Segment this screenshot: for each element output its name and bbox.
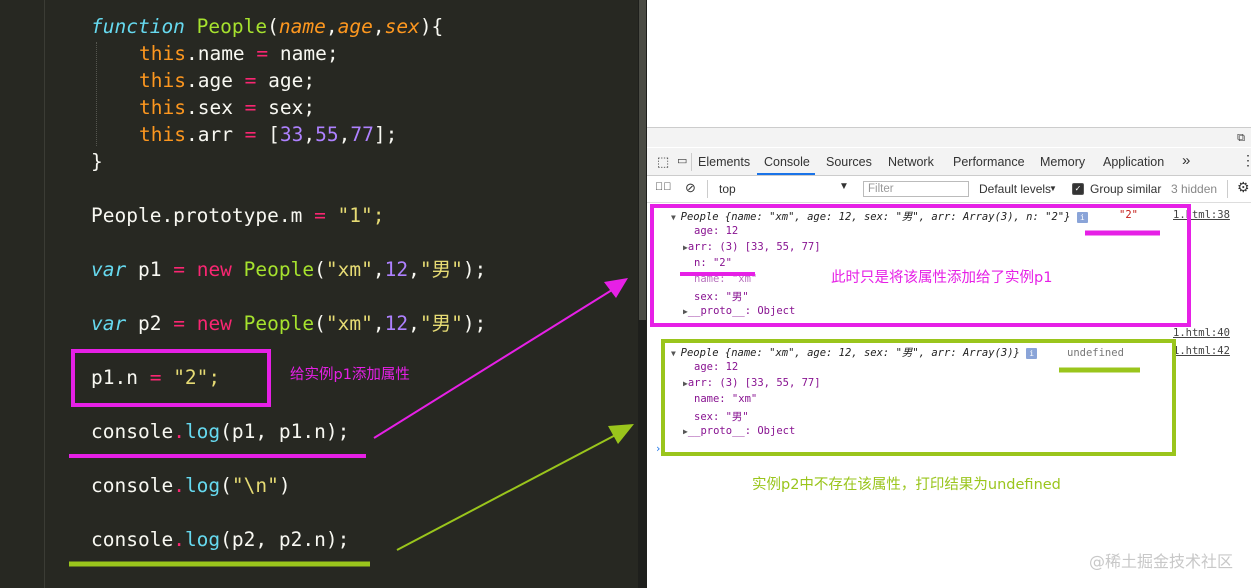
- devtools-resize-bar[interactable]: ⧉: [647, 127, 1251, 147]
- code-line-13: console.log(p2, p2.n);: [91, 528, 350, 551]
- inspect-element-icon[interactable]: ⬚: [657, 154, 669, 170]
- log-levels-dropdown-icon[interactable]: ▼: [1049, 184, 1057, 193]
- clear-console-icon[interactable]: ⊘: [685, 180, 696, 196]
- tab-separator: [691, 153, 692, 171]
- context-select[interactable]: top: [719, 182, 736, 196]
- toolbar-separator: [1227, 180, 1228, 198]
- toolbar-separator: [707, 180, 708, 198]
- annotation-add-prop: 给实例p1添加属性: [290, 367, 410, 383]
- code-editor[interactable]: function People(name,age,sex){ this.name…: [0, 0, 638, 588]
- highlight-box-p2-output: [661, 339, 1176, 456]
- sidebar-toggle-icon[interactable]: ▶⃞: [655, 181, 672, 193]
- dock-icon[interactable]: ⧉: [1237, 131, 1245, 145]
- highlight-box-assignment: [71, 349, 271, 407]
- tab-console[interactable]: Console: [764, 155, 810, 169]
- console-toolbar: ▶⃞ ⊘ top ▼ Filter Default levels ▼ ✓ Gro…: [647, 176, 1251, 203]
- code-line-5: this.arr = [33,55,77];: [139, 123, 398, 146]
- annotation-p2-undefined: 实例p2中不存在该属性，打印结果为undefined: [752, 477, 1061, 493]
- context-dropdown-icon[interactable]: ▼: [839, 181, 849, 192]
- tab-performance[interactable]: Performance: [953, 155, 1025, 169]
- code-line-6: }: [91, 150, 103, 173]
- filter-input[interactable]: Filter: [863, 181, 969, 197]
- tab-sources[interactable]: Sources: [826, 155, 872, 169]
- tab-application[interactable]: Application: [1103, 155, 1164, 169]
- group-similar-checkbox[interactable]: ✓: [1072, 183, 1084, 195]
- page-viewport: [647, 0, 1251, 127]
- hidden-count: 3 hidden: [1171, 182, 1218, 196]
- code-line-9: var p2 = new People("xm",12,"男");: [91, 312, 487, 335]
- code-line-11: console.log(p1, p1.n);: [91, 420, 350, 443]
- device-toolbar-icon[interactable]: ▭: [677, 154, 687, 167]
- code-line-1: function People(name,age,sex){: [91, 15, 444, 38]
- scrollbar-thumb[interactable]: [639, 0, 646, 320]
- indent-guide: [96, 42, 98, 146]
- active-tab-indicator: [757, 173, 815, 175]
- source-link-40[interactable]: 1.html:40: [1173, 327, 1230, 339]
- settings-gear-icon[interactable]: ⚙: [1237, 179, 1250, 196]
- gutter-divider: [44, 0, 45, 588]
- code-line-8: var p1 = new People("xm",12,"男");: [91, 258, 487, 281]
- group-similar-label: Group similar: [1090, 182, 1162, 196]
- annotation-only-p1: 此时只是将该属性添加给了实例p1: [831, 270, 1053, 286]
- tab-memory[interactable]: Memory: [1040, 155, 1085, 169]
- code-line-4: this.sex = sex;: [139, 96, 316, 119]
- code-line-12: console.log("\n"): [91, 474, 291, 497]
- code-line-3: this.age = age;: [139, 69, 316, 92]
- editor-scrollbar[interactable]: [638, 0, 647, 588]
- more-tabs-icon[interactable]: »: [1182, 152, 1190, 169]
- log-levels-select[interactable]: Default levels: [979, 182, 1051, 196]
- source-link-42[interactable]: 1.html:42: [1173, 345, 1230, 357]
- devtools-menu-icon[interactable]: ⋮: [1241, 152, 1251, 169]
- devtools-tabbar: ⬚ ▭ Elements Console Sources Network Per…: [647, 148, 1251, 176]
- code-line-7: People.prototype.m = "1";: [91, 204, 385, 227]
- watermark: @稀土掘金技术社区: [1088, 552, 1233, 571]
- tab-network[interactable]: Network: [888, 155, 934, 169]
- code-line-2: this.name = name;: [139, 42, 339, 65]
- tab-elements[interactable]: Elements: [698, 155, 750, 169]
